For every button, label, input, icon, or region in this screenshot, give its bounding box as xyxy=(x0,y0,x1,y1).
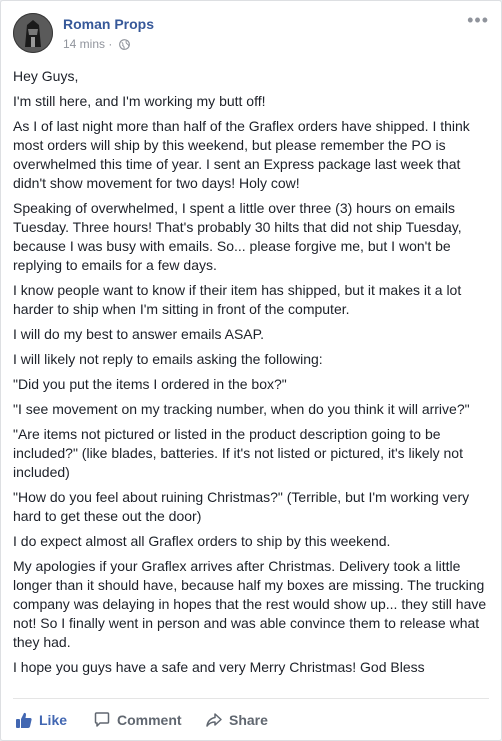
post-paragraph: I hope you guys have a safe and very Mer… xyxy=(13,659,425,675)
meta-separator: · xyxy=(108,37,113,51)
post-paragraph: "How do you feel about ruining Christmas… xyxy=(13,489,470,524)
post-paragraph: I know people want to know if their item… xyxy=(13,282,462,317)
post-paragraph: I will likely not reply to emails asking… xyxy=(13,351,323,367)
comment-icon xyxy=(93,711,111,729)
post-paragraph: "Did you put the items I ordered in the … xyxy=(13,376,287,392)
share-button[interactable]: Share xyxy=(205,699,268,741)
post-header: Roman Props 14 mins · ••• xyxy=(13,11,489,55)
post-paragraph: "Are items not pictured or listed in the… xyxy=(13,426,463,480)
post-paragraph: I do expect almost all Graflex orders to… xyxy=(13,533,391,549)
action-bar: Like Comment Share xyxy=(13,698,489,741)
share-label: Share xyxy=(229,712,268,728)
more-options-icon[interactable]: ••• xyxy=(467,11,489,29)
post-paragraph: Speaking of overwhelmed, I spent a littl… xyxy=(13,200,462,273)
timestamp[interactable]: 14 mins xyxy=(63,37,105,51)
like-button[interactable]: Like xyxy=(15,699,67,741)
like-label: Like xyxy=(39,712,68,728)
post-meta: 14 mins · xyxy=(63,37,130,53)
comment-button[interactable]: Comment xyxy=(93,699,182,741)
post-paragraph: "I see movement on my tracking number, w… xyxy=(13,401,470,417)
post-paragraph: Hey Guys, xyxy=(13,68,79,84)
post-paragraph: My apologies if your Graflex arrives aft… xyxy=(13,558,487,650)
share-icon xyxy=(205,711,223,729)
post-paragraph: I'm still here, and I'm working my butt … xyxy=(13,93,266,109)
thumbs-up-icon xyxy=(15,711,33,729)
avatar[interactable] xyxy=(13,13,53,53)
post-card: Roman Props 14 mins · ••• Hey Guys, I'm … xyxy=(0,0,502,741)
post-paragraph: As I of last night more than half of the… xyxy=(13,118,470,191)
globe-icon xyxy=(118,39,130,53)
post-body: Hey Guys, I'm still here, and I'm workin… xyxy=(13,67,491,683)
page-name[interactable]: Roman Props xyxy=(63,16,154,32)
comment-label: Comment xyxy=(117,712,182,728)
post-paragraph: I will do my best to answer emails ASAP. xyxy=(13,326,265,342)
